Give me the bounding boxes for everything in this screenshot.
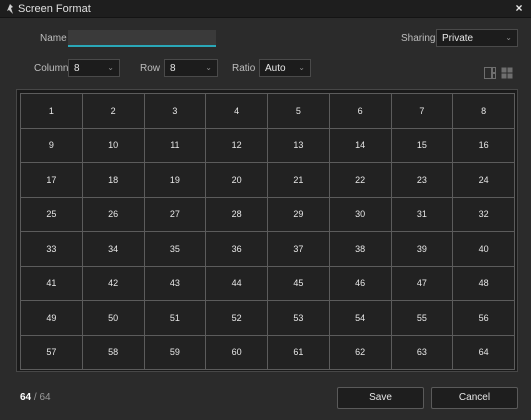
grid-cell[interactable]: 59 bbox=[144, 335, 206, 369]
screen-grid: 1 2 3 4 5 6 7 8 9 10 11 12 13 14 15 16 17 18 19 20 21 22 23 24 2… bbox=[20, 93, 515, 370]
split-layout-icon[interactable] bbox=[484, 67, 496, 79]
row-value: 8 bbox=[170, 63, 176, 74]
ratio-label: Ratio bbox=[232, 63, 256, 74]
sharing-select[interactable]: Private ⌄ bbox=[436, 29, 518, 47]
grid-cell[interactable]: 50 bbox=[82, 301, 144, 335]
grid-cell[interactable]: 16 bbox=[453, 128, 514, 162]
chevron-down-icon: ⌄ bbox=[107, 63, 114, 72]
column-value: 8 bbox=[74, 63, 80, 74]
grid-cell[interactable]: 40 bbox=[453, 232, 514, 266]
grid-cell[interactable]: 55 bbox=[391, 301, 453, 335]
grid-cell[interactable]: 60 bbox=[206, 335, 267, 369]
chevron-down-icon: ⌄ bbox=[505, 33, 512, 42]
grid-cell[interactable]: 61 bbox=[268, 335, 329, 369]
row-select[interactable]: 8 ⌄ bbox=[164, 59, 218, 77]
grid-cell[interactable]: 56 bbox=[453, 301, 514, 335]
sharing-value: Private bbox=[442, 33, 474, 44]
grid-cell[interactable]: 5 bbox=[268, 94, 329, 128]
close-icon[interactable]: × bbox=[513, 2, 525, 15]
title-bar: Screen Format × bbox=[0, 0, 531, 18]
grid-cell[interactable]: 3 bbox=[144, 94, 206, 128]
grid-cell[interactable]: 29 bbox=[268, 197, 329, 231]
grid-cell[interactable]: 6 bbox=[329, 94, 391, 128]
screen-count-total: 64 bbox=[39, 392, 51, 403]
row-label: Row bbox=[140, 63, 161, 74]
grid-cell[interactable]: 53 bbox=[268, 301, 329, 335]
grid-cell[interactable]: 37 bbox=[268, 232, 329, 266]
grid-cell[interactable]: 52 bbox=[206, 301, 267, 335]
grid-cell[interactable]: 30 bbox=[329, 197, 391, 231]
grid-cell[interactable]: 7 bbox=[391, 94, 453, 128]
grid-cell[interactable]: 42 bbox=[82, 266, 144, 300]
grid-cell[interactable]: 39 bbox=[391, 232, 453, 266]
format-form: Name Sharing Private ⌄ Column 8 ⌄ Row 8 … bbox=[0, 18, 531, 86]
grid-layout-icon[interactable] bbox=[501, 67, 513, 79]
grid-cell[interactable]: 43 bbox=[144, 266, 206, 300]
grid-cell[interactable]: 27 bbox=[144, 197, 206, 231]
grid-cell[interactable]: 51 bbox=[144, 301, 206, 335]
grid-cell[interactable]: 4 bbox=[206, 94, 267, 128]
window-title: Screen Format bbox=[18, 3, 91, 15]
grid-cell[interactable]: 32 bbox=[453, 197, 514, 231]
screen-count-separator: / bbox=[33, 392, 37, 403]
grid-cell[interactable]: 35 bbox=[144, 232, 206, 266]
sharing-label: Sharing bbox=[401, 33, 436, 44]
grid-cell[interactable]: 28 bbox=[206, 197, 267, 231]
grid-cell[interactable]: 36 bbox=[206, 232, 267, 266]
window-icon bbox=[7, 4, 13, 14]
grid-cell[interactable]: 21 bbox=[268, 163, 329, 197]
grid-cell[interactable]: 19 bbox=[144, 163, 206, 197]
grid-cell[interactable]: 62 bbox=[329, 335, 391, 369]
screen-grid-frame: 1 2 3 4 5 6 7 8 9 10 11 12 13 14 15 16 17 18 19 20 21 22 23 24 2… bbox=[16, 89, 518, 372]
grid-cell[interactable]: 17 bbox=[21, 163, 82, 197]
ratio-select[interactable]: Auto ⌄ bbox=[259, 59, 311, 77]
grid-cell[interactable]: 57 bbox=[21, 335, 82, 369]
grid-cell[interactable]: 34 bbox=[82, 232, 144, 266]
grid-cell[interactable]: 63 bbox=[391, 335, 453, 369]
grid-cell[interactable]: 10 bbox=[82, 128, 144, 162]
grid-cell[interactable]: 26 bbox=[82, 197, 144, 231]
grid-cell[interactable]: 38 bbox=[329, 232, 391, 266]
column-label: Column bbox=[34, 63, 69, 74]
grid-cell[interactable]: 13 bbox=[268, 128, 329, 162]
save-button[interactable]: Save bbox=[337, 387, 424, 409]
grid-cell[interactable]: 41 bbox=[21, 266, 82, 300]
grid-cell[interactable]: 1 bbox=[21, 94, 82, 128]
grid-cell[interactable]: 22 bbox=[329, 163, 391, 197]
grid-cell[interactable]: 18 bbox=[82, 163, 144, 197]
grid-cell[interactable]: 58 bbox=[82, 335, 144, 369]
grid-cell[interactable]: 20 bbox=[206, 163, 267, 197]
grid-cell[interactable]: 14 bbox=[329, 128, 391, 162]
grid-cell[interactable]: 44 bbox=[206, 266, 267, 300]
screen-count-current: 64 bbox=[20, 392, 32, 403]
grid-cell[interactable]: 48 bbox=[453, 266, 514, 300]
ratio-value: Auto bbox=[265, 63, 286, 74]
screen-count: 64 / 64 bbox=[20, 392, 51, 403]
grid-cell[interactable]: 46 bbox=[329, 266, 391, 300]
name-label: Name bbox=[40, 33, 67, 44]
cancel-button[interactable]: Cancel bbox=[431, 387, 518, 409]
grid-cell[interactable]: 11 bbox=[144, 128, 206, 162]
grid-cell[interactable]: 12 bbox=[206, 128, 267, 162]
grid-cell[interactable]: 33 bbox=[21, 232, 82, 266]
grid-cell[interactable]: 15 bbox=[391, 128, 453, 162]
chevron-down-icon: ⌄ bbox=[298, 63, 305, 72]
grid-cell[interactable]: 45 bbox=[268, 266, 329, 300]
name-input[interactable] bbox=[68, 30, 216, 47]
grid-cell[interactable]: 2 bbox=[82, 94, 144, 128]
grid-cell[interactable]: 9 bbox=[21, 128, 82, 162]
grid-cell[interactable]: 47 bbox=[391, 266, 453, 300]
grid-cell[interactable]: 24 bbox=[453, 163, 514, 197]
grid-cell[interactable]: 64 bbox=[453, 335, 514, 369]
grid-cell[interactable]: 49 bbox=[21, 301, 82, 335]
column-select[interactable]: 8 ⌄ bbox=[68, 59, 120, 77]
grid-cell[interactable]: 54 bbox=[329, 301, 391, 335]
grid-cell[interactable]: 25 bbox=[21, 197, 82, 231]
grid-cell[interactable]: 8 bbox=[453, 94, 514, 128]
grid-cell[interactable]: 31 bbox=[391, 197, 453, 231]
grid-cell[interactable]: 23 bbox=[391, 163, 453, 197]
chevron-down-icon: ⌄ bbox=[205, 63, 212, 72]
footer: 64 / 64 Save Cancel bbox=[0, 376, 531, 420]
